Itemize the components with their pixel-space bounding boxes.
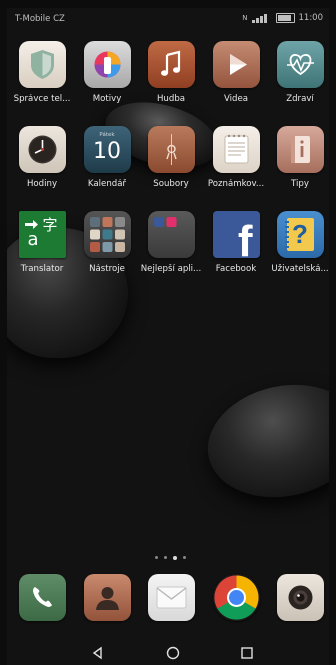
calendar-icon: Pátek 10 — [83, 126, 131, 173]
app-label: Facebook — [215, 264, 257, 274]
app-calendar[interactable]: Pátek 10 Kalendář — [75, 126, 139, 189]
app-label: Nástroje — [89, 264, 125, 274]
dock — [7, 574, 329, 636]
app-label: Videa — [223, 94, 249, 104]
folder-icon — [147, 126, 195, 173]
app-music[interactable]: Hudba — [139, 41, 203, 104]
info-icon — [276, 126, 324, 173]
app-clock[interactable]: Hodiny — [10, 126, 74, 189]
app-notepad[interactable]: Poznámkov... — [204, 126, 268, 189]
contacts-icon — [83, 574, 131, 621]
phone-icon — [18, 574, 66, 621]
app-label: Správce tel... — [13, 94, 71, 104]
tools-folder-icon — [83, 211, 131, 258]
app-label: Nejlepší apli... — [140, 264, 202, 274]
back-icon — [92, 646, 102, 660]
carrier-name: T-Mobile CZ — [15, 14, 65, 24]
app-phone-manager[interactable]: Správce tel... — [10, 41, 74, 104]
app-label: Uživatelská... — [271, 264, 329, 274]
calendar-day-name: Pátek — [99, 132, 115, 138]
app-folder-tools[interactable]: Nástroje — [75, 211, 139, 274]
heart-icon — [276, 41, 324, 88]
facebook-logo: f — [237, 217, 253, 259]
notepad-icon — [212, 126, 260, 173]
messages-icon — [147, 574, 195, 621]
page-dot[interactable] — [183, 556, 186, 559]
dock-contacts[interactable] — [75, 574, 139, 621]
page-dot[interactable] — [155, 556, 158, 559]
app-label: Kalendář — [87, 179, 127, 189]
brush-icon — [83, 41, 131, 88]
music-note-icon — [147, 41, 195, 88]
shield-icon — [18, 41, 66, 88]
app-health[interactable]: Zdraví — [268, 41, 329, 104]
wallpaper-stone — [197, 371, 329, 511]
nfc-icon: N — [242, 14, 248, 22]
navigation-bar — [7, 640, 329, 665]
app-label: Hodiny — [26, 179, 58, 189]
chrome-icon — [212, 574, 260, 621]
app-label: Tipy — [291, 179, 309, 189]
home-button[interactable] — [164, 644, 182, 662]
app-files[interactable]: Soubory — [139, 126, 203, 189]
home-icon — [166, 646, 180, 660]
status-bar: T-Mobile CZ N 11:00 — [7, 8, 329, 30]
home-screen: T-Mobile CZ N 11:00 Správce tel... Motiv… — [7, 8, 329, 665]
dock-phone[interactable] — [10, 574, 74, 621]
recents-icon — [241, 647, 253, 659]
facebook-icon: f — [212, 211, 260, 259]
manual-glyph: ? — [292, 219, 308, 249]
app-label: Zdraví — [286, 94, 314, 104]
camera-icon — [276, 574, 324, 621]
dock-messages[interactable] — [139, 574, 203, 621]
app-facebook[interactable]: f Facebook — [204, 211, 268, 274]
signal-icon — [251, 13, 272, 23]
dock-chrome[interactable] — [204, 574, 268, 621]
app-user-manual[interactable]: ? Uživatelská... — [268, 211, 329, 274]
user-manual-icon: ? — [276, 211, 324, 258]
calendar-day-number: 10 — [93, 139, 121, 164]
app-label: Translator — [20, 264, 64, 274]
clock-icon — [18, 126, 66, 173]
app-translator[interactable]: a 字 Translator — [10, 211, 74, 274]
translator-icon: a 字 — [18, 211, 66, 258]
recents-button[interactable] — [238, 644, 256, 662]
play-icon — [212, 41, 260, 88]
apps-folder-icon — [147, 211, 195, 258]
page-dot[interactable] — [164, 556, 167, 559]
back-button[interactable] — [89, 644, 107, 662]
app-videos[interactable]: Videa — [204, 41, 268, 104]
battery-icon — [275, 13, 295, 23]
app-label: Poznámkov... — [207, 179, 265, 189]
page-dot-active[interactable] — [173, 555, 177, 560]
app-tips[interactable]: Tipy — [268, 126, 329, 189]
dock-camera[interactable] — [268, 574, 329, 621]
app-label: Hudba — [156, 94, 186, 104]
page-indicator — [155, 555, 186, 560]
app-themes[interactable]: Motivy — [75, 41, 139, 104]
clock-time: 11:00 — [298, 13, 324, 23]
app-label: Motivy — [92, 94, 122, 104]
app-folder-best-apps[interactable]: Nejlepší apli... — [139, 211, 203, 274]
app-label: Soubory — [153, 179, 189, 189]
